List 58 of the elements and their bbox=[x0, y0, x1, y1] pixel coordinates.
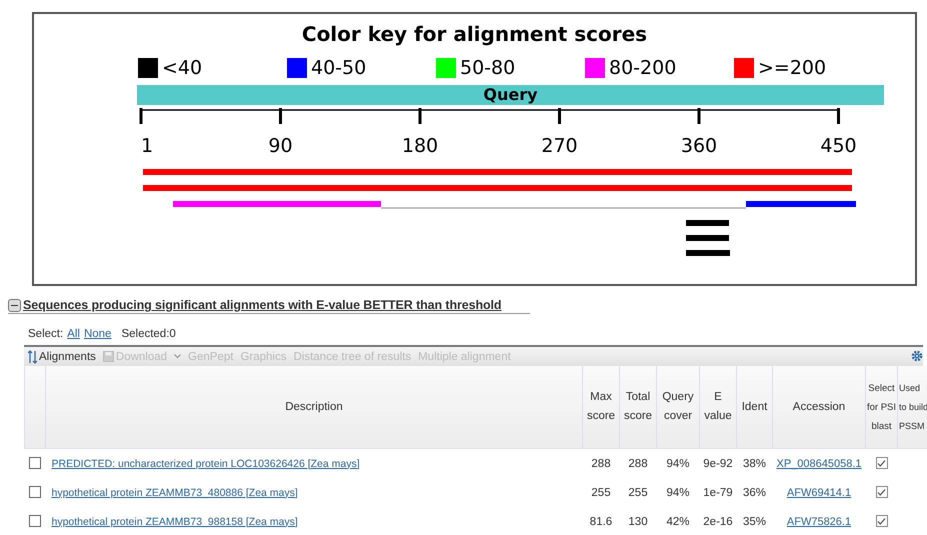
table-cell: 94% bbox=[656, 448, 700, 478]
query-bar: Query bbox=[137, 85, 884, 105]
psi-checkbox[interactable] bbox=[876, 515, 888, 528]
table-cell: 288 bbox=[582, 448, 620, 478]
tick-label: 270 bbox=[541, 135, 578, 157]
table-cell-text: 255 bbox=[627, 486, 649, 500]
column-header[interactable]: Total score bbox=[620, 366, 656, 448]
table-cell-text: 1e-79 bbox=[702, 486, 734, 500]
key-label: <40 bbox=[162, 57, 202, 79]
accession-link[interactable]: AFW75826.1 bbox=[786, 516, 852, 528]
tick-label: 450 bbox=[820, 135, 857, 157]
section-title[interactable]: Sequences producing significant alignments with E-value BETTER than threshold bbox=[23, 298, 502, 312]
description-link[interactable]: PREDICTED: uncharacterized protein LOC103626426 [Zea mays] bbox=[52, 458, 360, 470]
tick-label: 180 bbox=[402, 135, 438, 157]
column-header[interactable]: Select for PSI blast bbox=[866, 366, 898, 448]
toolbar-item[interactable]: Alignments bbox=[28, 350, 96, 364]
settings-icon[interactable] bbox=[911, 350, 923, 362]
table-cell-text: 81.6 bbox=[588, 514, 614, 530]
table-cell-text: 36% bbox=[742, 486, 768, 500]
key-title: Color key for alignment scores bbox=[302, 22, 648, 46]
table-cell: 9e-92 bbox=[700, 448, 736, 478]
column-header[interactable]: Accession bbox=[772, 366, 866, 448]
key-label: 40-50 bbox=[311, 57, 366, 79]
accession-link[interactable]: AFW69414.1 bbox=[786, 486, 852, 498]
column-header[interactable]: E value bbox=[700, 366, 736, 448]
select-link[interactable]: None bbox=[84, 328, 112, 340]
collapse-toggle[interactable] bbox=[8, 298, 21, 312]
table-cell-text: 130 bbox=[627, 514, 649, 530]
selected-count: Selected:0 bbox=[121, 328, 176, 340]
column-header[interactable]: Ident bbox=[736, 366, 772, 448]
key-label: >=200 bbox=[758, 57, 826, 79]
table-cell-text: 42% bbox=[665, 514, 691, 530]
select-label: Select: bbox=[28, 328, 64, 340]
key-label: 50-80 bbox=[460, 57, 516, 79]
psi-checkbox[interactable] bbox=[876, 457, 888, 470]
table-cell: 288 bbox=[620, 448, 656, 478]
row-checkbox[interactable] bbox=[29, 457, 41, 470]
column-header[interactable]: Description bbox=[46, 366, 582, 448]
row-checkbox[interactable] bbox=[29, 486, 41, 498]
tick-label: 90 bbox=[268, 135, 293, 157]
column-header[interactable]: Max score bbox=[582, 366, 620, 448]
column-header[interactable]: Query cover bbox=[656, 366, 700, 448]
table-cell-text: 35% bbox=[742, 514, 768, 530]
table-cell-text: 94% bbox=[665, 486, 691, 500]
tick-label: 1 bbox=[141, 135, 154, 157]
accession-link[interactable]: XP_008645058.1 bbox=[776, 458, 862, 470]
table-cell: 38% bbox=[736, 448, 772, 478]
tick-label: 360 bbox=[680, 135, 718, 157]
psi-checkbox[interactable] bbox=[876, 486, 888, 498]
sort-icon bbox=[28, 350, 37, 364]
select-link[interactable]: All bbox=[67, 328, 80, 340]
key-label: 80-200 bbox=[609, 57, 676, 79]
description-link[interactable]: hypothetical protein ZEAMMB73_480886 [Zea mays] bbox=[52, 486, 298, 498]
row-checkbox[interactable] bbox=[29, 515, 41, 528]
table-cell-text: 255 bbox=[590, 486, 612, 500]
table-cell-text: 2e-16 bbox=[702, 514, 734, 530]
description-link[interactable]: hypothetical protein ZEAMMB73_988158 [Zea mays] bbox=[52, 516, 298, 528]
caret-icon bbox=[174, 354, 182, 359]
